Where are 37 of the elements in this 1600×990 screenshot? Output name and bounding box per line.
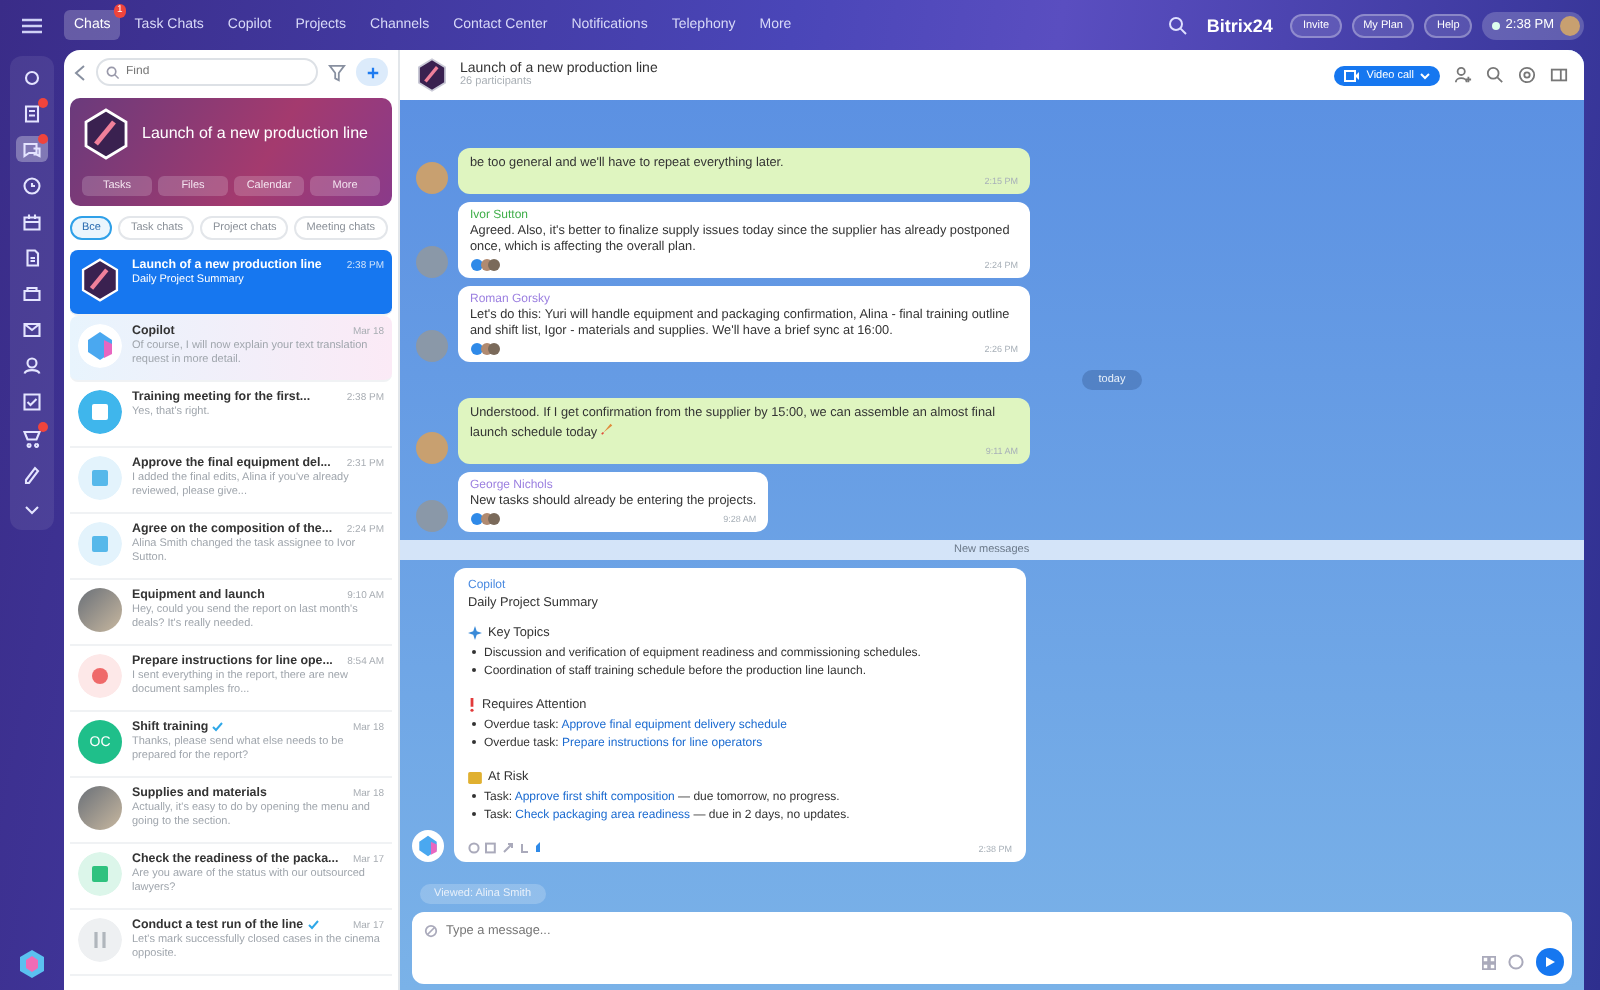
send-button[interactable] [1536, 948, 1564, 976]
pause-icon [78, 918, 122, 962]
photo-placeholder [78, 588, 122, 632]
copilot-icon [78, 324, 122, 368]
reactions-icon[interactable] [470, 258, 500, 272]
filter-icon[interactable] [328, 63, 346, 81]
group-avatar-icon [78, 258, 122, 302]
add-button[interactable] [356, 58, 388, 86]
app-logo-icon[interactable] [16, 948, 48, 980]
add-user-icon[interactable] [1454, 66, 1472, 84]
send-icon [1544, 956, 1556, 968]
reactions-icon[interactable] [470, 342, 500, 356]
search-icon[interactable] [1168, 15, 1189, 35]
menu-icon[interactable] [20, 15, 44, 35]
alert-icon [78, 654, 122, 698]
group-avatar-icon [416, 58, 448, 92]
panel-toggle-icon[interactable] [1550, 66, 1568, 84]
caret-icon [1420, 71, 1430, 79]
group-title: Launch of a new production line [142, 124, 368, 144]
settings-icon[interactable] [1518, 66, 1536, 84]
camera-icon [1344, 69, 1361, 81]
message-actions-icon[interactable] [468, 842, 544, 854]
task-icon [78, 522, 122, 566]
reactions-icon[interactable] [470, 512, 500, 526]
rail-icon[interactable] [16, 136, 48, 162]
task-icon [78, 456, 122, 500]
search-icon[interactable] [1486, 66, 1504, 84]
plus-icon [365, 65, 379, 79]
copilot-icon [412, 830, 444, 862]
checkbox-icon [78, 852, 122, 896]
brand-logo[interactable]: Bitrix24 [1206, 15, 1273, 35]
sparkle-icon [468, 626, 482, 640]
exclamation-icon [468, 698, 476, 712]
back-icon[interactable] [74, 63, 86, 81]
search-icon [106, 65, 120, 79]
group-avatar-icon [82, 108, 130, 160]
photo-placeholder [78, 786, 122, 830]
